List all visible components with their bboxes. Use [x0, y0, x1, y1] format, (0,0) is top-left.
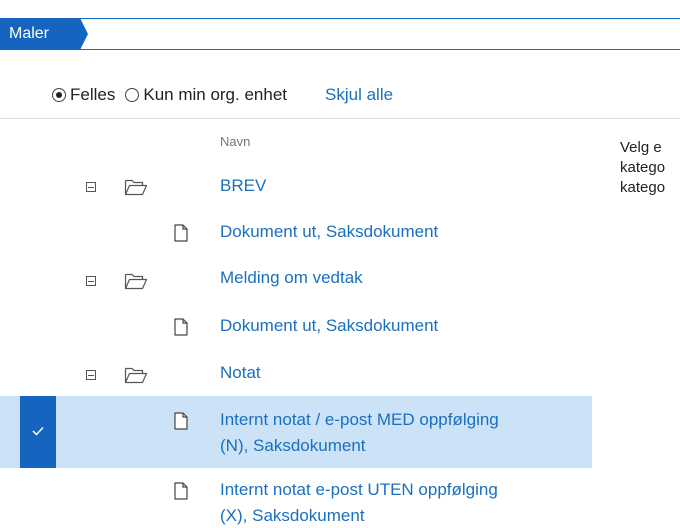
list-item-selected[interactable]: Internt notat / e-post MED oppfølging (N… — [0, 396, 592, 468]
radio-felles-label: Felles — [70, 85, 116, 104]
list-item[interactable]: Dokument ut, Saksdokument — [0, 217, 592, 249]
collapse-icon[interactable] — [86, 182, 96, 192]
list-item-label[interactable]: Dokument ut, Saksdokument — [220, 220, 438, 244]
folder-open-icon — [124, 179, 148, 196]
document-icon — [174, 412, 188, 430]
list-item-label-line1[interactable]: Internt notat e-post UTEN oppfølging — [220, 478, 498, 502]
radio-felles[interactable]: Felles — [52, 85, 115, 105]
radio-unchecked-icon[interactable] — [125, 88, 140, 102]
list-item[interactable]: Notat — [0, 358, 592, 390]
list-item[interactable]: Melding om vedtak — [0, 264, 592, 296]
checkmark-icon — [32, 426, 44, 436]
document-icon — [174, 318, 188, 336]
templates-panel: Maler Felles Kun min org. enhet Skjul al… — [0, 0, 680, 528]
collapse-icon[interactable] — [86, 370, 96, 380]
side-panel-line2: katego — [620, 159, 666, 176]
hide-all-link[interactable]: Skjul alle — [325, 85, 393, 105]
list-item-label[interactable]: Melding om vedtak — [220, 266, 363, 290]
filter-row: Felles Kun min org. enhet Skjul alle — [52, 82, 393, 108]
folder-open-icon — [124, 367, 148, 384]
list-item-label[interactable]: Notat — [220, 361, 261, 385]
list-item[interactable]: Internt notat e-post UTEN oppfølging (X)… — [0, 472, 592, 528]
side-panel-line3: katego — [620, 179, 666, 196]
header-bar: Maler — [0, 18, 680, 50]
radio-checked-icon[interactable] — [52, 88, 66, 102]
column-header-name: Navn — [220, 134, 251, 149]
document-icon — [174, 482, 188, 500]
document-icon — [174, 224, 188, 242]
collapse-icon[interactable] — [86, 276, 96, 286]
list-item[interactable]: BREV — [0, 170, 592, 202]
list-item-label-line1[interactable]: Internt notat / e-post MED oppfølging — [220, 408, 499, 432]
list-item-label[interactable]: BREV — [220, 174, 266, 198]
side-panel-line1: Velg e — [620, 139, 662, 156]
folder-open-icon — [124, 273, 148, 290]
list-item-label[interactable]: Dokument ut, Saksdokument — [220, 314, 438, 338]
list-item-label-line2[interactable]: (X), Saksdokument — [220, 504, 365, 528]
list-item-label-line2[interactable]: (N), Saksdokument — [220, 434, 366, 458]
divider — [0, 118, 680, 119]
side-panel-text: Velg e katego katego — [620, 138, 680, 198]
breadcrumb-maler[interactable]: Maler — [0, 18, 88, 50]
radio-kun-min-org-enhet[interactable]: Kun min org. enhet — [125, 85, 287, 105]
list-item[interactable]: Dokument ut, Saksdokument — [0, 311, 592, 343]
radio-kun-min-org-enhet-label: Kun min org. enhet — [143, 85, 288, 104]
selection-check-cell[interactable] — [20, 396, 56, 468]
